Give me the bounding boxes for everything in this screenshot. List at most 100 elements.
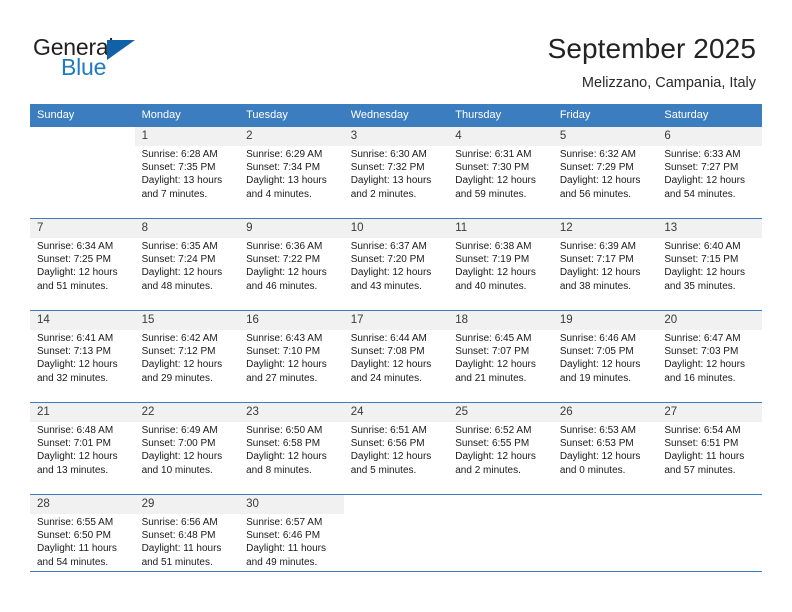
day-number[interactable]: 23 (239, 402, 344, 422)
day-number[interactable]: 27 (657, 402, 762, 422)
daylight-text-2: and 49 minutes. (246, 556, 318, 568)
day-cell[interactable]: Sunrise: 6:30 AM Sunset: 7:32 PM Dayligh… (343, 146, 449, 219)
day-number[interactable]: 3 (343, 127, 449, 146)
daylight-text-1: Daylight: 12 hours (559, 175, 641, 187)
daylight-text-1: Daylight: 12 hours (664, 267, 745, 279)
day-cell[interactable]: Sunrise: 6:47 AM Sunset: 7:03 PM Dayligh… (657, 330, 762, 403)
day-number[interactable]: 16 (239, 310, 344, 330)
day-number[interactable]: 30 (239, 494, 344, 514)
day-cell-empty (343, 514, 449, 586)
day-number[interactable]: 17 (343, 310, 449, 330)
day-cell[interactable]: Sunrise: 6:38 AM Sunset: 7:19 PM Dayligh… (448, 238, 553, 311)
day-cell[interactable]: Sunrise: 6:48 AM Sunset: 7:01 PM Dayligh… (30, 422, 135, 495)
day-number[interactable]: 9 (239, 218, 344, 238)
day-number[interactable]: 18 (448, 310, 553, 330)
day-number[interactable]: 24 (343, 402, 449, 422)
day-cell[interactable]: Sunrise: 6:31 AM Sunset: 7:30 PM Dayligh… (448, 146, 553, 219)
daylight-text-1: Daylight: 12 hours (246, 451, 327, 463)
daylight-text-1: Daylight: 12 hours (664, 359, 745, 371)
day-number[interactable]: 29 (134, 494, 240, 514)
day-number[interactable]: 7 (30, 218, 135, 238)
daylight-text-2: and 27 minutes. (246, 372, 318, 384)
day-number[interactable]: 14 (30, 310, 135, 330)
sunset-text: Sunset: 7:08 PM (350, 346, 425, 358)
day-cell[interactable]: Sunrise: 6:45 AM Sunset: 7:07 PM Dayligh… (448, 330, 553, 403)
day-cell[interactable]: Sunrise: 6:49 AM Sunset: 7:00 PM Dayligh… (134, 422, 240, 495)
week-3-daynum-row: 14 15 16 17 18 19 20 (30, 310, 762, 330)
daylight-text-1: Daylight: 12 hours (559, 359, 641, 371)
day-number[interactable]: 1 (134, 127, 240, 146)
sunset-text: Sunset: 7:07 PM (455, 346, 530, 358)
day-cell[interactable]: Sunrise: 6:55 AM Sunset: 6:50 PM Dayligh… (30, 514, 135, 586)
day-number (448, 494, 553, 514)
day-number[interactable]: 15 (134, 310, 240, 330)
sunrise-text: Sunrise: 6:40 AM (664, 241, 741, 252)
day-cell[interactable]: Sunrise: 6:29 AM Sunset: 7:34 PM Dayligh… (239, 146, 344, 219)
day-cell[interactable]: Sunrise: 6:32 AM Sunset: 7:29 PM Dayligh… (552, 146, 658, 219)
day-cell[interactable]: Sunrise: 6:53 AM Sunset: 6:53 PM Dayligh… (552, 422, 658, 495)
day-cell[interactable]: Sunrise: 6:44 AM Sunset: 7:08 PM Dayligh… (343, 330, 449, 403)
day-number[interactable]: 4 (448, 127, 553, 146)
day-number[interactable]: 2 (239, 127, 344, 146)
day-number[interactable]: 26 (552, 402, 658, 422)
day-cell[interactable]: Sunrise: 6:34 AM Sunset: 7:25 PM Dayligh… (30, 238, 135, 311)
daylight-text-1: Daylight: 12 hours (350, 267, 432, 279)
daylight-text-1: Daylight: 12 hours (455, 359, 536, 371)
day-cell[interactable]: Sunrise: 6:36 AM Sunset: 7:22 PM Dayligh… (239, 238, 344, 311)
day-cell[interactable]: Sunrise: 6:42 AM Sunset: 7:12 PM Dayligh… (134, 330, 240, 403)
weekday-header-wednesday: Wednesday (343, 104, 449, 127)
day-number[interactable]: 8 (134, 218, 240, 238)
day-cell[interactable]: Sunrise: 6:51 AM Sunset: 6:56 PM Dayligh… (343, 422, 449, 495)
day-cell[interactable]: Sunrise: 6:35 AM Sunset: 7:24 PM Dayligh… (134, 238, 240, 311)
day-cell[interactable]: Sunrise: 6:54 AM Sunset: 6:51 PM Dayligh… (657, 422, 762, 495)
day-cell[interactable]: Sunrise: 6:39 AM Sunset: 7:17 PM Dayligh… (552, 238, 658, 311)
daylight-text-2: and 59 minutes. (455, 188, 527, 200)
day-cell[interactable]: Sunrise: 6:52 AM Sunset: 6:55 PM Dayligh… (448, 422, 553, 495)
day-number[interactable] (30, 127, 135, 146)
sunrise-text: Sunrise: 6:33 AM (664, 149, 741, 160)
day-cell[interactable]: Sunrise: 6:50 AM Sunset: 6:58 PM Dayligh… (239, 422, 344, 495)
day-number[interactable]: 11 (448, 218, 553, 238)
day-cell[interactable]: Sunrise: 6:43 AM Sunset: 7:10 PM Dayligh… (239, 330, 344, 403)
daylight-text-1: Daylight: 11 hours (141, 543, 222, 555)
day-number[interactable]: 20 (657, 310, 762, 330)
day-cell[interactable]: Sunrise: 6:46 AM Sunset: 7:05 PM Dayligh… (552, 330, 658, 403)
sunrise-text: Sunrise: 6:35 AM (141, 241, 218, 252)
day-cell[interactable]: Sunrise: 6:33 AM Sunset: 7:27 PM Dayligh… (657, 146, 762, 219)
daylight-text-2: and 4 minutes. (246, 188, 312, 200)
day-cell[interactable]: Sunrise: 6:40 AM Sunset: 7:15 PM Dayligh… (657, 238, 762, 311)
day-number[interactable]: 19 (552, 310, 658, 330)
day-cell-empty (657, 514, 762, 586)
daylight-text-2: and 48 minutes. (141, 280, 213, 292)
day-number[interactable]: 21 (30, 402, 135, 422)
brand-logo[interactable]: General Blue (33, 34, 163, 84)
daylight-text-2: and 40 minutes. (455, 280, 527, 292)
sunrise-text: Sunrise: 6:46 AM (559, 333, 636, 344)
daylight-text-2: and 54 minutes. (664, 188, 736, 200)
daylight-text-1: Daylight: 12 hours (664, 175, 745, 187)
day-cell[interactable]: Sunrise: 6:41 AM Sunset: 7:13 PM Dayligh… (30, 330, 135, 403)
day-number[interactable]: 22 (134, 402, 240, 422)
week-1-daynum-row: 1 2 3 4 5 6 (30, 127, 762, 146)
day-number[interactable]: 25 (448, 402, 553, 422)
day-number[interactable]: 6 (657, 127, 762, 146)
daylight-text-2: and 2 minutes. (455, 464, 521, 476)
daylight-text-2: and 57 minutes. (664, 464, 736, 476)
day-number[interactable]: 10 (343, 218, 449, 238)
sunrise-text: Sunrise: 6:37 AM (350, 241, 427, 252)
day-cell[interactable]: Sunrise: 6:57 AM Sunset: 6:46 PM Dayligh… (239, 514, 344, 586)
day-cell[interactable]: Sunrise: 6:37 AM Sunset: 7:20 PM Dayligh… (343, 238, 449, 311)
sunset-text: Sunset: 6:56 PM (350, 438, 425, 450)
day-cell-empty (448, 514, 553, 586)
daylight-text-2: and 24 minutes. (350, 372, 422, 384)
day-number[interactable]: 13 (657, 218, 762, 238)
day-number[interactable]: 12 (552, 218, 658, 238)
daylight-text-2: and 38 minutes. (559, 280, 631, 292)
week-3-detail-row: Sunrise: 6:41 AM Sunset: 7:13 PM Dayligh… (30, 330, 762, 403)
sunset-text: Sunset: 7:05 PM (559, 346, 634, 358)
day-cell-empty (552, 514, 658, 586)
day-cell[interactable]: Sunrise: 6:28 AM Sunset: 7:35 PM Dayligh… (134, 146, 240, 219)
day-number[interactable]: 5 (552, 127, 658, 146)
day-number[interactable]: 28 (30, 494, 135, 514)
day-cell[interactable]: Sunrise: 6:56 AM Sunset: 6:48 PM Dayligh… (134, 514, 240, 586)
